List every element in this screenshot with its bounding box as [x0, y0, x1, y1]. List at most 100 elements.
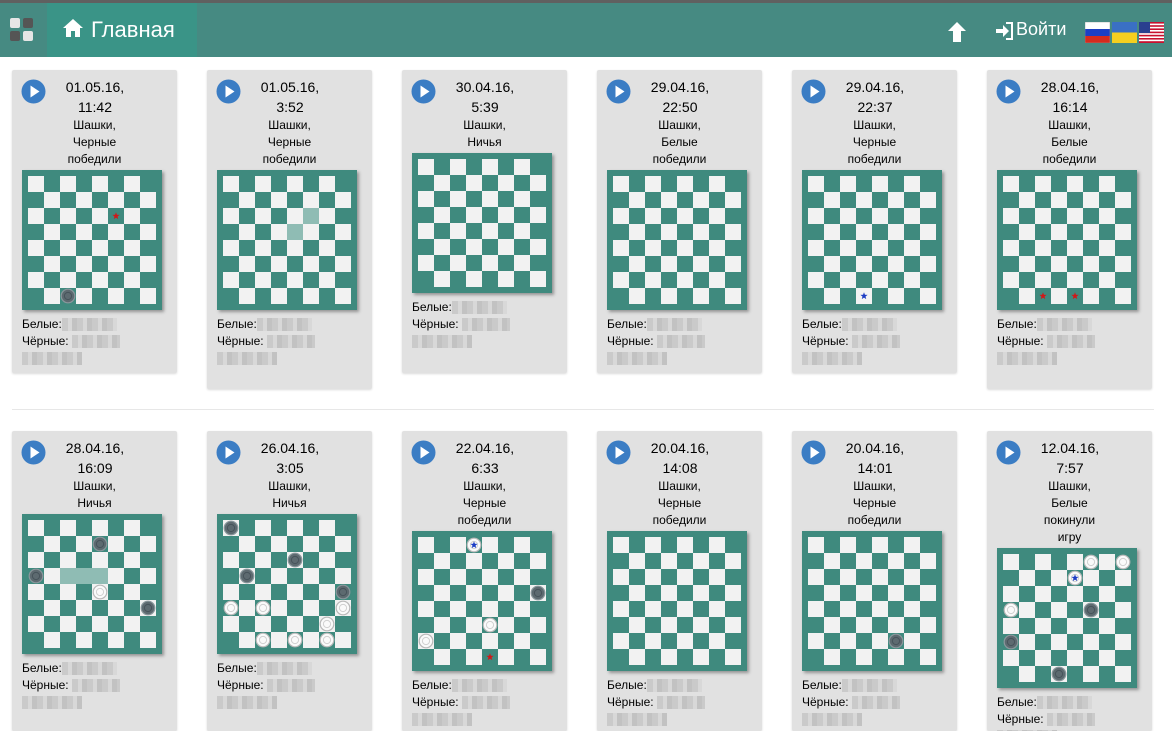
- board-square: [303, 240, 319, 256]
- board-square: [725, 272, 741, 288]
- board-square: [255, 176, 271, 192]
- play-replay-icon[interactable]: [216, 79, 241, 104]
- checkers-board[interactable]: [997, 548, 1137, 688]
- home-tab[interactable]: Главная: [47, 3, 197, 57]
- board-square: [1115, 586, 1131, 602]
- brand-logo[interactable]: [10, 18, 34, 42]
- white-checker-piece: [482, 617, 498, 633]
- play-replay-icon[interactable]: [411, 79, 436, 104]
- checkers-board[interactable]: [607, 170, 747, 310]
- board-square: [725, 633, 741, 649]
- us-flag-icon[interactable]: [1139, 22, 1164, 43]
- board-square: [418, 569, 434, 585]
- checkers-board[interactable]: [802, 170, 942, 310]
- board-square: [271, 272, 287, 288]
- board-square: [530, 537, 546, 553]
- board-square: [709, 601, 725, 617]
- board-square: [319, 536, 335, 552]
- board-square: [434, 207, 450, 223]
- checkers-board[interactable]: [22, 514, 162, 654]
- board-square: [856, 256, 872, 272]
- board-square: [1115, 272, 1131, 288]
- black-checker-piece: [1003, 634, 1019, 650]
- checkers-board[interactable]: [607, 531, 747, 671]
- checkers-board[interactable]: [412, 531, 552, 671]
- board-square: [872, 633, 888, 649]
- board-square: [287, 176, 303, 192]
- board-square: [303, 600, 319, 616]
- play-replay-icon[interactable]: [21, 440, 46, 465]
- board-square: [124, 240, 140, 256]
- play-replay-icon[interactable]: [606, 440, 631, 465]
- board-square: [677, 585, 693, 601]
- play-replay-icon[interactable]: [216, 440, 241, 465]
- board-square: [124, 616, 140, 632]
- board-square: [482, 601, 498, 617]
- board-square: [140, 536, 156, 552]
- board-square: [466, 159, 482, 175]
- checkers-board[interactable]: [22, 170, 162, 310]
- board-square: [693, 224, 709, 240]
- board-square: [303, 192, 319, 208]
- board-square: [434, 553, 450, 569]
- play-replay-icon[interactable]: [996, 79, 1021, 104]
- board-square: [840, 649, 856, 665]
- ukrainian-flag-icon[interactable]: [1112, 22, 1137, 43]
- play-replay-icon[interactable]: [411, 440, 436, 465]
- board-square: [108, 176, 124, 192]
- board-square: [287, 256, 303, 272]
- board-square: [319, 272, 335, 288]
- game-result-line: Черные: [267, 135, 312, 149]
- game-time: 11:42: [78, 99, 112, 115]
- scroll-up-arrow-icon[interactable]: [947, 21, 967, 43]
- board-square: [434, 569, 450, 585]
- board-square: [239, 288, 255, 304]
- board-square: [466, 601, 482, 617]
- board-square: [1019, 208, 1035, 224]
- russian-flag-icon[interactable]: [1085, 22, 1110, 43]
- play-replay-icon[interactable]: [996, 440, 1021, 465]
- game-type: Шашки,: [463, 479, 506, 493]
- checkers-board[interactable]: [412, 153, 552, 293]
- play-replay-icon[interactable]: [606, 79, 631, 104]
- board-square: [677, 537, 693, 553]
- board-square: [1099, 570, 1115, 586]
- play-replay-icon[interactable]: [801, 440, 826, 465]
- board-square: [418, 207, 434, 223]
- checkers-board[interactable]: [997, 170, 1137, 310]
- blurred-player-rating: [802, 713, 862, 726]
- board-square: [856, 585, 872, 601]
- board-square: [319, 192, 335, 208]
- checkers-board[interactable]: [217, 170, 357, 310]
- board-square: [450, 569, 466, 585]
- board-square: [888, 256, 904, 272]
- white-player-label: Белые:: [802, 678, 842, 692]
- board-square: [335, 552, 351, 568]
- board-square: [466, 649, 482, 665]
- board-square: [677, 569, 693, 585]
- checkers-board[interactable]: [217, 514, 357, 654]
- game-card: 20.04.16, 14:08 Шашки, Черные победили Белые:…: [597, 431, 762, 731]
- checkers-board[interactable]: [802, 531, 942, 671]
- play-replay-icon[interactable]: [21, 79, 46, 104]
- board-square: [920, 553, 936, 569]
- board-square: [434, 601, 450, 617]
- black-checker-piece: [28, 568, 44, 584]
- blurred-white-player-name: [647, 318, 702, 331]
- board-square: [450, 175, 466, 191]
- board-square: [44, 552, 60, 568]
- board-square: [434, 223, 450, 239]
- board-square: [124, 568, 140, 584]
- board-square: [271, 240, 287, 256]
- board-square: [1003, 192, 1019, 208]
- board-square: [645, 256, 661, 272]
- board-square: [92, 616, 108, 632]
- board-square: [60, 568, 76, 584]
- blurred-white-player-name: [452, 301, 507, 314]
- game-time: 6:33: [471, 460, 499, 476]
- board-square: [856, 537, 872, 553]
- board-square: [629, 176, 645, 192]
- blurred-player-rating: [802, 352, 862, 365]
- board-square: [223, 256, 239, 272]
- play-replay-icon[interactable]: [801, 79, 826, 104]
